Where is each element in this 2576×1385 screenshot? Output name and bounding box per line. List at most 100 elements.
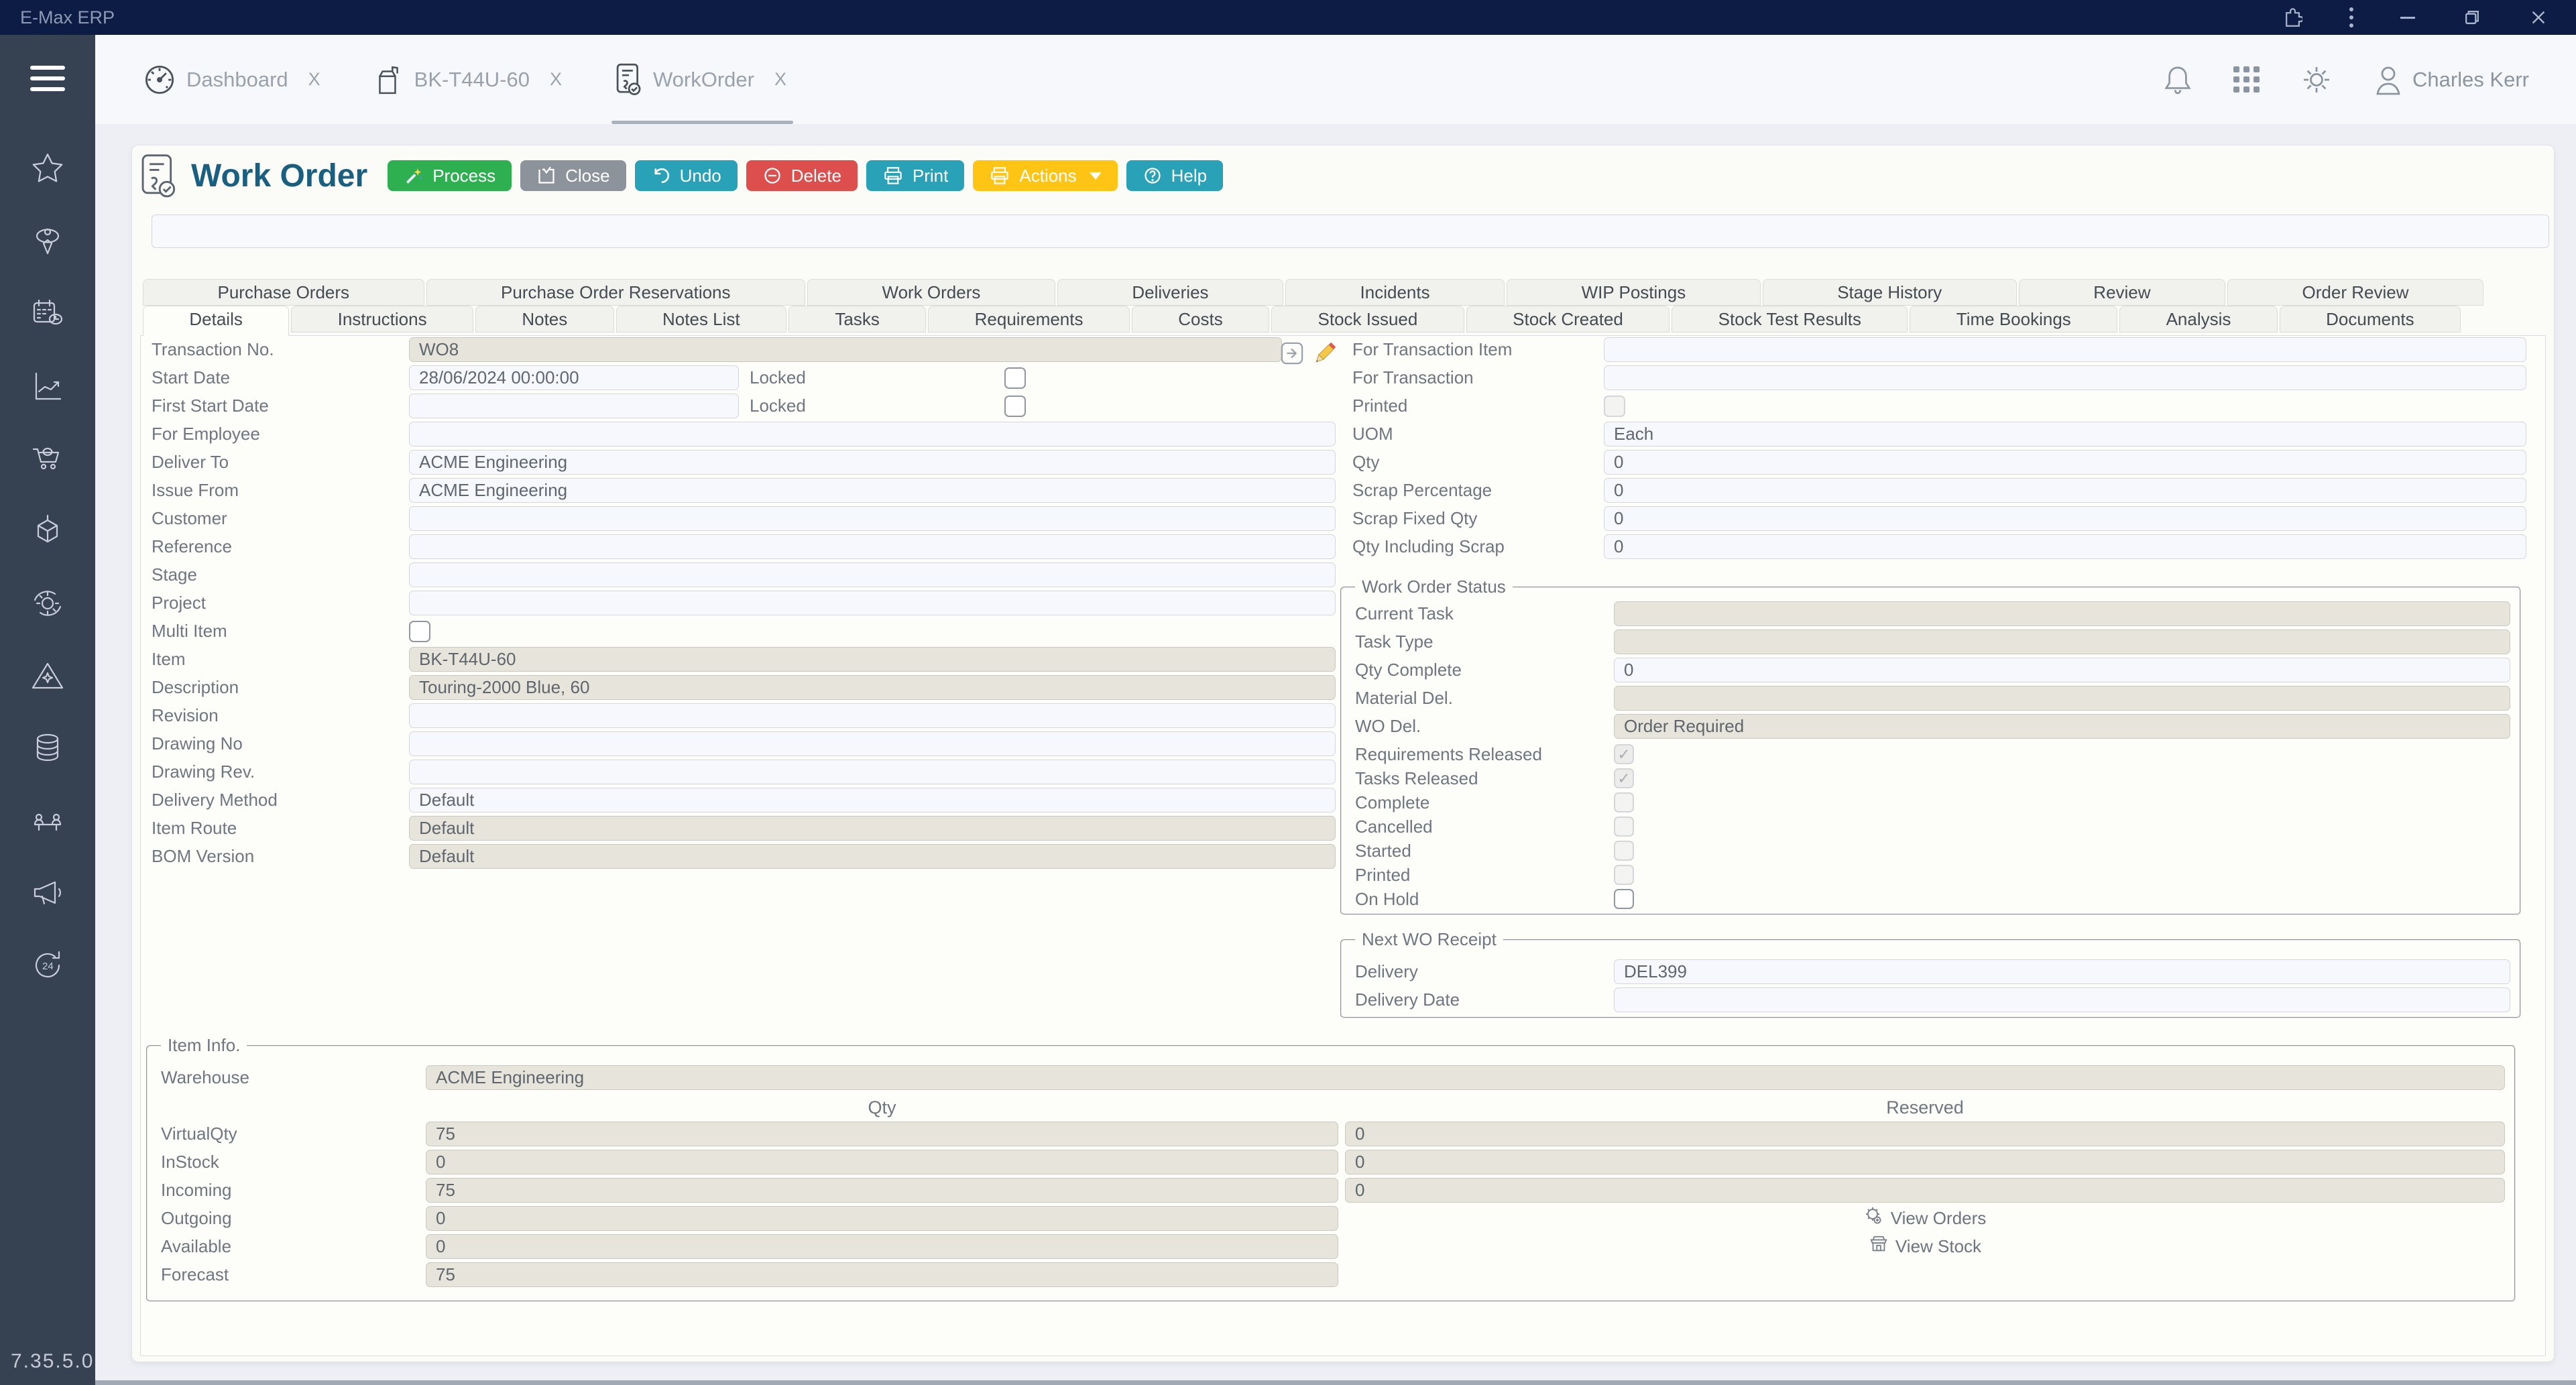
close-window-button[interactable] [2529, 8, 2548, 27]
drawing-no-field[interactable] [409, 731, 1336, 756]
tab-incidents[interactable]: Incidents [1285, 279, 1505, 306]
doc-tab-dashboard[interactable]: Dashboard X [143, 35, 320, 124]
settings-gear-icon[interactable] [2301, 64, 2332, 95]
tab-documents[interactable]: Documents [2279, 306, 2461, 333]
edit-pencil-icon[interactable] [1310, 339, 1340, 371]
qty-complete-field[interactable]: 0 [1614, 658, 2510, 682]
start-date-field[interactable]: 28/06/2024 00:00:00 [409, 365, 739, 390]
close-tab-icon[interactable]: X [774, 69, 786, 90]
tab-order-review[interactable]: Order Review [2227, 279, 2483, 306]
tab-tasks[interactable]: Tasks [788, 306, 927, 333]
for-transaction-field[interactable] [1604, 365, 2526, 390]
user-menu[interactable]: Charles Kerr [2374, 64, 2529, 96]
on-hold-checkbox[interactable] [1614, 889, 1634, 909]
sidebar-item-analytics[interactable] [27, 367, 68, 408]
form-row: Customer [146, 506, 1336, 531]
project-field[interactable] [409, 591, 1336, 615]
for-transaction-item-field[interactable] [1604, 337, 2526, 362]
tab-deliveries[interactable]: Deliveries [1057, 279, 1284, 306]
revision-field[interactable] [409, 703, 1336, 728]
drawing-rev-field[interactable] [409, 760, 1336, 784]
description-label: Description [152, 677, 239, 697]
sidebar-item-alerts[interactable] [27, 657, 68, 698]
qty-including-scrap-field[interactable]: 0 [1604, 534, 2526, 559]
minimize-button[interactable] [2400, 16, 2415, 19]
help-button[interactable]: Help [1126, 160, 1224, 191]
view-stock-link[interactable]: View Stock [1869, 1234, 1981, 1259]
customer-field[interactable] [409, 506, 1336, 531]
sidebar-item-database[interactable] [27, 729, 68, 770]
sidebar-item-support[interactable]: 24 [27, 947, 68, 987]
extensions-icon[interactable] [2280, 6, 2302, 29]
form-row: Revision [146, 703, 1336, 728]
tab-work-orders[interactable]: Work Orders [807, 279, 1055, 306]
tab-requirements[interactable]: Requirements [928, 306, 1130, 333]
sidebar-item-purchases[interactable] [27, 440, 68, 481]
print-button[interactable]: Print [866, 160, 965, 191]
tab-notes[interactable]: Notes [475, 306, 614, 333]
issue-from-field[interactable]: ACME Engineering [409, 478, 1336, 503]
tab-stock-issued[interactable]: Stock Issued [1271, 306, 1464, 333]
tab-notes-list[interactable]: Notes List [616, 306, 787, 333]
notifications-bell-icon[interactable] [2164, 64, 2192, 95]
undo-button[interactable]: Undo [634, 160, 738, 191]
sidebar-item-processes[interactable] [27, 585, 68, 625]
qty-including-scrap-label: Qty Including Scrap [1352, 536, 1505, 556]
doc-tab-workorder[interactable]: WorkOrder X [611, 35, 794, 124]
sidebar-item-meetings[interactable] [27, 802, 68, 843]
sidebar-item-announcements[interactable] [27, 874, 68, 915]
tab-review[interactable]: Review [2018, 279, 2226, 306]
tab-instructions[interactable]: Instructions [291, 306, 473, 333]
sidebar-item-inventory[interactable] [27, 512, 68, 553]
uom-field[interactable]: Each [1604, 422, 2526, 446]
tab-purchase-order-reservations[interactable]: Purchase Order Reservations [426, 279, 806, 306]
close-tab-icon[interactable]: X [550, 69, 562, 90]
status-check-row: Complete [1354, 790, 2510, 815]
process-button[interactable]: Process [388, 160, 512, 191]
locked-checkbox[interactable] [1004, 395, 1026, 417]
tab-time-bookings[interactable]: Time Bookings [1910, 306, 2118, 333]
restore-button[interactable] [2462, 7, 2482, 27]
apps-grid-icon[interactable] [2233, 66, 2260, 93]
reference-field[interactable] [409, 534, 1336, 559]
tab-costs[interactable]: Costs [1131, 306, 1270, 333]
tab-stock-test-results[interactable]: Stock Test Results [1672, 306, 1908, 333]
form-row: Delivery Date [1354, 987, 2510, 1012]
first-start-date-field[interactable] [409, 394, 739, 418]
current-task-label: Current Task [1355, 603, 1454, 623]
reserved-column-header: Reserved [1886, 1097, 1964, 1118]
scrap-percentage-field[interactable]: 0 [1604, 478, 2526, 503]
tab-purchase-orders[interactable]: Purchase Orders [143, 279, 424, 306]
form-row: Delivery Method Default [146, 788, 1336, 812]
tab-stock-created[interactable]: Stock Created [1466, 306, 1670, 333]
delete-button[interactable]: Delete [746, 160, 858, 191]
multi-item-checkbox[interactable] [409, 620, 430, 642]
delivery-date-field[interactable] [1614, 987, 2510, 1012]
tab-analysis[interactable]: Analysis [2119, 306, 2278, 333]
close-tab-icon[interactable]: X [308, 69, 320, 90]
tab-wip-postings[interactable]: WIP Postings [1507, 279, 1761, 306]
scrap-fixed-qty-field[interactable]: 0 [1604, 506, 2526, 531]
hamburger-menu-icon[interactable] [30, 66, 65, 91]
goto-transaction-icon[interactable] [1281, 342, 1303, 368]
kebab-menu-icon[interactable] [2349, 7, 2353, 27]
tab-details[interactable]: Details [143, 306, 290, 336]
qty-field[interactable]: 0 [1604, 450, 2526, 475]
sidebar-item-planner[interactable] [27, 295, 68, 336]
actions-button[interactable]: Actions [973, 160, 1118, 191]
for-employee-field[interactable] [409, 422, 1336, 446]
locked-checkbox[interactable] [1004, 367, 1026, 389]
delivery-method-label: Delivery Method [152, 790, 278, 810]
doc-tab-item[interactable]: BK-T44U-60 X [373, 35, 562, 124]
sidebar-item-favorites[interactable] [27, 150, 68, 191]
close-button[interactable]: Close [520, 160, 626, 191]
sidebar-item-profile[interactable] [27, 223, 68, 263]
delivery-field[interactable]: DEL399 [1614, 959, 2510, 984]
printer-icon [884, 167, 902, 184]
view-orders-link[interactable]: View Orders [1864, 1206, 1986, 1231]
stage-field[interactable] [409, 562, 1336, 587]
delivery-label: Delivery [1355, 961, 1418, 981]
delivery-method-field[interactable]: Default [409, 788, 1336, 812]
tab-stage-history[interactable]: Stage History [1762, 279, 2017, 306]
deliver-to-field[interactable]: ACME Engineering [409, 450, 1336, 475]
